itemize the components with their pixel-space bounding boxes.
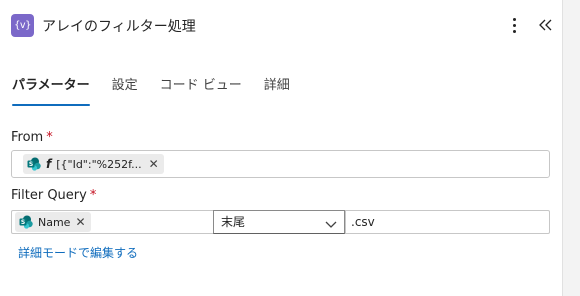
action-details-panel: {v} アレイのフィルター処理 パラメーター 設定 コード ビュー 詳細 Fro… bbox=[0, 0, 562, 296]
filter-right-value: .csv bbox=[351, 215, 375, 229]
required-mark: * bbox=[46, 130, 53, 145]
expression-token[interactable]: S f [{"Id":"%252f... ✕ bbox=[23, 154, 164, 174]
remove-token-icon[interactable]: ✕ bbox=[75, 216, 85, 228]
svg-text:S: S bbox=[21, 219, 25, 226]
from-input[interactable]: S f [{"Id":"%252f... ✕ bbox=[11, 150, 550, 178]
action-title[interactable]: アレイのフィルター処理 bbox=[42, 16, 196, 36]
operator-dropdown[interactable]: 末尾 bbox=[213, 210, 345, 234]
filter-left-operand[interactable]: S Name ✕ bbox=[11, 210, 214, 234]
variable-icon: {v} bbox=[11, 14, 34, 37]
expression-token-text: [{"Id":"%252f... bbox=[56, 157, 142, 171]
more-vertical-icon[interactable] bbox=[504, 12, 524, 38]
chevron-down-icon bbox=[324, 216, 338, 228]
dynamic-content-token-text: Name bbox=[38, 215, 71, 229]
dot bbox=[512, 23, 516, 27]
edit-in-advanced-mode-link[interactable]: 詳細モードで編集する bbox=[18, 244, 138, 261]
function-icon: f bbox=[46, 157, 52, 171]
panel-header: {v} アレイのフィルター処理 bbox=[0, 0, 562, 52]
from-label-text: From bbox=[11, 130, 44, 145]
required-mark: * bbox=[89, 188, 97, 203]
sharepoint-icon: S bbox=[27, 157, 41, 171]
dynamic-content-token[interactable]: S Name ✕ bbox=[15, 212, 91, 232]
tab-settings[interactable]: 設定 bbox=[112, 76, 138, 106]
svg-text:S: S bbox=[29, 161, 33, 168]
dot bbox=[512, 29, 516, 33]
remove-token-icon[interactable]: ✕ bbox=[149, 158, 159, 170]
collapse-panel-icon[interactable] bbox=[536, 12, 556, 38]
filter-right-operand[interactable]: .csv bbox=[345, 210, 550, 234]
dot bbox=[512, 17, 516, 21]
filter-query-label-text: Filter Query bbox=[11, 188, 87, 203]
canvas-edge bbox=[562, 0, 580, 296]
operator-selected-value: 末尾 bbox=[221, 215, 246, 229]
sharepoint-icon: S bbox=[19, 215, 33, 229]
from-label: From * bbox=[11, 130, 53, 145]
tab-list: パラメーター 設定 コード ビュー 詳細 bbox=[12, 76, 312, 106]
tab-details[interactable]: 詳細 bbox=[264, 76, 290, 106]
tab-parameters[interactable]: パラメーター bbox=[12, 76, 90, 106]
tab-code-view[interactable]: コード ビュー bbox=[160, 76, 242, 106]
filter-query-label: Filter Query * bbox=[11, 188, 96, 203]
